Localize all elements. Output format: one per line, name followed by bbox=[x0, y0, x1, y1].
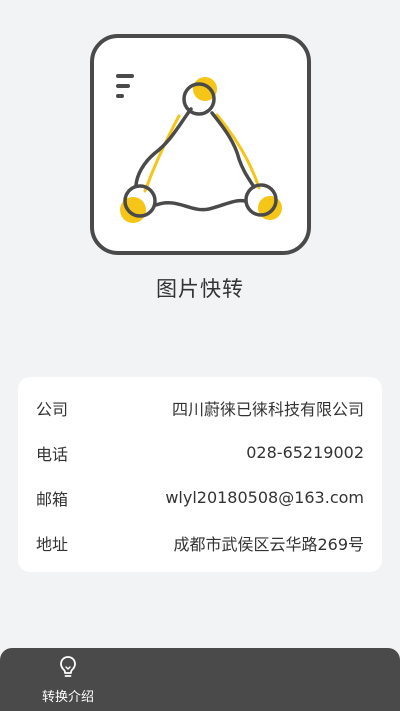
info-row-company: 公司 四川蔚徕已徕科技有限公司 bbox=[36, 385, 364, 430]
info-row-email: 邮箱 wlyl20180508@163.com bbox=[36, 475, 364, 520]
company-value: 四川蔚徕已徕科技有限公司 bbox=[171, 399, 364, 419]
info-row-phone: 电话 028-65219002 bbox=[36, 430, 364, 475]
email-value[interactable]: wlyl20180508@163.com bbox=[165, 488, 364, 507]
app-logo bbox=[89, 33, 312, 256]
company-info-card: 公司 四川蔚徕已徕科技有限公司 电话 028-65219002 邮箱 wlyl2… bbox=[18, 377, 382, 572]
phone-label: 电话 bbox=[36, 444, 69, 464]
bottom-tab-bar: 转换介绍 bbox=[0, 648, 400, 711]
app-name: 图片快转 bbox=[156, 277, 244, 301]
address-label: 地址 bbox=[36, 534, 69, 554]
info-row-address: 地址 成都市武侯区云华路269号 bbox=[36, 520, 364, 565]
tab-conversion-intro[interactable]: 转换介绍 bbox=[28, 654, 108, 708]
address-value: 成都市武侯区云华路269号 bbox=[173, 534, 364, 554]
app-logo-icon bbox=[90, 34, 311, 255]
email-label: 邮箱 bbox=[36, 489, 69, 509]
company-label: 公司 bbox=[36, 399, 69, 419]
tab-conversion-intro-label: 转换介绍 bbox=[41, 690, 94, 705]
about-page: 图片快转 公司 四川蔚徕已徕科技有限公司 电话 028-65219002 邮箱 … bbox=[0, 0, 400, 711]
phone-value[interactable]: 028-65219002 bbox=[246, 443, 364, 462]
lightbulb-icon bbox=[60, 656, 76, 677]
